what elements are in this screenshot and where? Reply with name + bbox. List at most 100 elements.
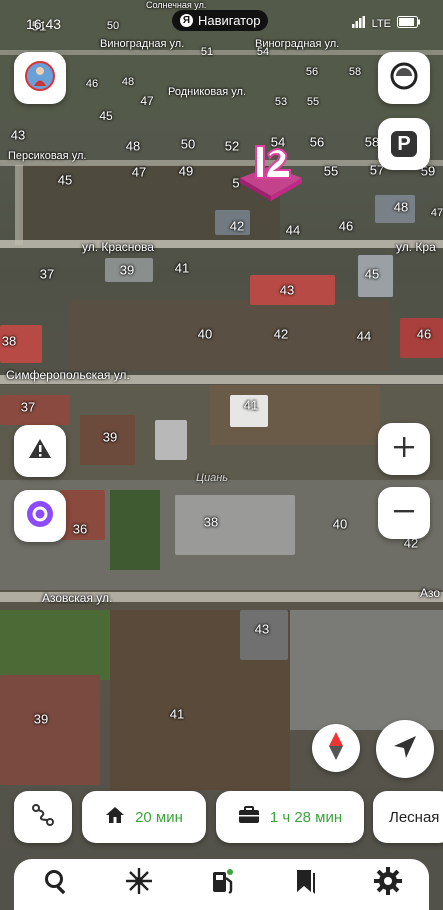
app-name: Навигатор bbox=[198, 13, 261, 28]
work-route-chip[interactable]: 1 ч 28 мин bbox=[216, 791, 364, 843]
house-number: 41 bbox=[174, 260, 190, 276]
house-number: 56 bbox=[305, 66, 319, 78]
plus-icon bbox=[392, 435, 416, 464]
house-number: 38 bbox=[203, 514, 219, 530]
house-number: 47 bbox=[430, 207, 443, 219]
object-3d-marker[interactable] bbox=[236, 140, 306, 207]
parking-button[interactable]: P bbox=[378, 118, 430, 170]
layers-icon bbox=[389, 61, 419, 96]
map-plot bbox=[110, 490, 160, 570]
house-number: 46 bbox=[338, 218, 354, 234]
building-roof bbox=[175, 495, 295, 555]
building-roof bbox=[0, 675, 100, 785]
house-number: 48 bbox=[125, 138, 141, 154]
house-number: 55 bbox=[306, 96, 320, 108]
settings-button[interactable] bbox=[366, 863, 410, 903]
satellite-map[interactable]: Солнечная ул. Виноградная ул. Виноградна… bbox=[0, 0, 443, 910]
house-number: 39 bbox=[33, 711, 49, 727]
alice-button[interactable] bbox=[14, 490, 66, 542]
house-number: 38 bbox=[1, 333, 17, 349]
my-location-button[interactable] bbox=[376, 720, 434, 778]
compass-icon bbox=[327, 731, 345, 766]
road-event-button[interactable] bbox=[14, 425, 66, 477]
road-event-icon bbox=[27, 436, 53, 467]
house-number: 37 bbox=[39, 266, 55, 282]
fuel-icon bbox=[207, 866, 237, 901]
street-label: ул. Краснова bbox=[82, 240, 154, 254]
layers-button[interactable] bbox=[378, 52, 430, 104]
fuel-button[interactable] bbox=[200, 863, 244, 903]
house-number: 36 bbox=[72, 521, 88, 537]
house-number: 37 bbox=[20, 399, 36, 415]
map-watermark: Циань bbox=[196, 472, 229, 484]
network-label: LTE bbox=[371, 17, 391, 30]
street-label: Персиковая ул. bbox=[8, 150, 87, 162]
house-number: 58 bbox=[348, 66, 362, 78]
battery-icon bbox=[397, 16, 421, 31]
building-roof bbox=[155, 420, 187, 460]
my-location-arrow-icon bbox=[392, 734, 418, 765]
search-icon bbox=[43, 868, 69, 899]
map-plot bbox=[290, 610, 443, 730]
map-plot bbox=[0, 610, 110, 680]
bookmark-icon bbox=[293, 867, 317, 900]
parking-icon: P bbox=[391, 131, 417, 157]
house-number: 47 bbox=[140, 94, 154, 108]
work-route-time: 1 ч 28 мин bbox=[269, 808, 343, 826]
house-number: 40 bbox=[197, 326, 213, 342]
house-number: 45 bbox=[99, 109, 113, 123]
status-indicators: LTE bbox=[351, 16, 421, 31]
house-number: 42 bbox=[229, 218, 245, 234]
house-number: 41 bbox=[169, 706, 185, 722]
bookmarks-button[interactable] bbox=[283, 863, 327, 903]
house-number: 40 bbox=[332, 516, 348, 532]
status-bar: 16:43 Я Навигатор LTE bbox=[0, 4, 443, 32]
search-button[interactable] bbox=[34, 863, 78, 903]
routes-button[interactable] bbox=[14, 791, 72, 843]
street-label: Азо bbox=[420, 586, 441, 600]
signal-icon bbox=[351, 16, 366, 31]
zoom-in-button[interactable] bbox=[378, 423, 430, 475]
alice-voice-icon bbox=[26, 500, 54, 533]
house-number: 46 bbox=[85, 78, 99, 90]
house-number: 42 bbox=[273, 326, 289, 342]
street-label: ул. Кра bbox=[396, 240, 436, 254]
house-number: 47 bbox=[131, 164, 147, 180]
profile-button[interactable] bbox=[14, 52, 66, 104]
house-number: 43 bbox=[10, 127, 26, 143]
gear-icon bbox=[373, 866, 403, 901]
house-number: 39 bbox=[102, 429, 118, 445]
route-icon bbox=[30, 802, 56, 832]
house-number: 51 bbox=[200, 46, 214, 58]
compass-button[interactable] bbox=[312, 724, 360, 772]
house-number: 53 bbox=[274, 96, 288, 108]
house-number: 43 bbox=[254, 621, 270, 637]
house-number: 45 bbox=[57, 172, 73, 188]
home-icon bbox=[105, 806, 125, 828]
discovery-button[interactable] bbox=[117, 863, 161, 903]
saved-place-label: Лесная bbox=[389, 808, 440, 826]
street-label: Азовская ул. bbox=[42, 591, 113, 605]
briefcase-icon bbox=[238, 806, 260, 828]
house-number: 43 bbox=[279, 282, 295, 298]
house-number: 46 bbox=[416, 326, 432, 342]
zoom-out-button[interactable] bbox=[378, 487, 430, 539]
app-pill[interactable]: Я Навигатор bbox=[172, 10, 269, 31]
house-number: 56 bbox=[309, 134, 325, 150]
house-number: 49 bbox=[178, 163, 194, 179]
map-plot bbox=[70, 300, 390, 370]
house-number: 54 bbox=[256, 46, 270, 58]
home-route-time: 20 мин bbox=[135, 808, 183, 826]
house-number: 48 bbox=[121, 76, 135, 88]
sparkle-icon bbox=[124, 866, 154, 901]
house-number: 50 bbox=[180, 136, 196, 152]
street-label: Виноградная ул. bbox=[100, 38, 185, 50]
house-number: 44 bbox=[285, 222, 301, 238]
yandex-logo-icon: Я bbox=[180, 14, 193, 27]
house-number: 44 bbox=[356, 328, 372, 344]
street-label: Родниковая ул. bbox=[168, 86, 247, 98]
street-label: Симферопольская ул. bbox=[6, 368, 130, 382]
home-route-chip[interactable]: 20 мин bbox=[82, 791, 206, 843]
saved-place-chip[interactable]: Лесная bbox=[373, 791, 443, 843]
road bbox=[0, 50, 443, 55]
